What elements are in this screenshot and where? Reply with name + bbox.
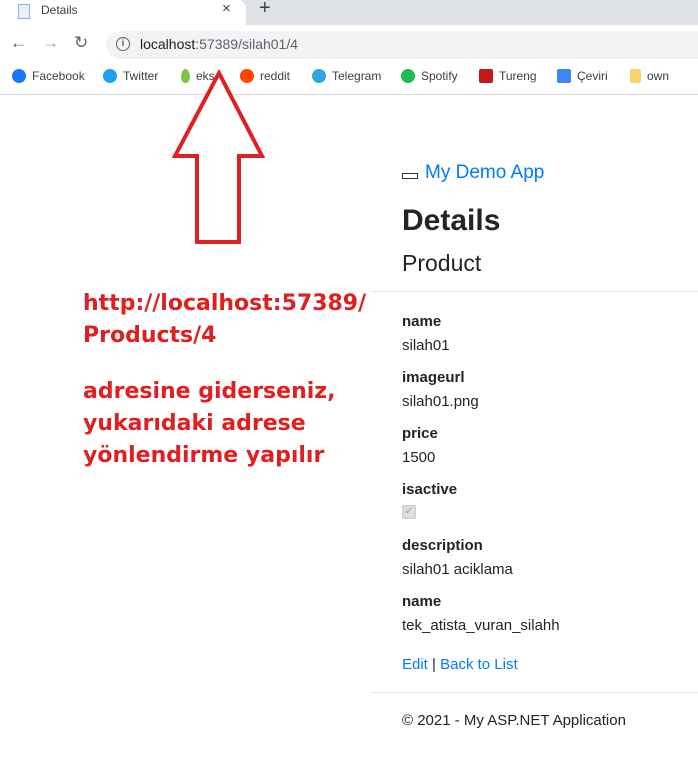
edit-link[interactable]: Edit <box>402 656 428 673</box>
url-path: :57389/silah01/4 <box>195 36 299 52</box>
isactive-checkbox: ✓ <box>402 505 416 519</box>
field-label-name: name <box>402 593 442 610</box>
spotify-icon <box>401 69 415 83</box>
bookmark-spotify[interactable]: Spotify <box>401 69 458 83</box>
annotation-line: yukarıdaki adrese <box>83 411 306 436</box>
reload-icon[interactable]: ↻ <box>74 33 88 53</box>
bookmark-own[interactable]: own <box>630 69 669 83</box>
twitter-icon <box>103 69 117 83</box>
bookmark-label: Spotify <box>421 69 458 83</box>
field-value-price: 1500 <box>402 449 436 466</box>
page-title: Details <box>402 204 501 237</box>
divider <box>372 291 698 292</box>
bookmark-label: Telegram <box>332 69 382 83</box>
annotation-line: yönlendirme yapılır <box>83 443 325 468</box>
menu-toggle-icon[interactable] <box>402 173 418 179</box>
url-host: localhost <box>140 36 196 52</box>
tab-strip: Details × + <box>0 0 698 25</box>
up-arrow-icon <box>172 70 266 244</box>
bookmark-label: Facebook <box>32 69 85 83</box>
field-value-description: silah01 aciklama <box>402 561 513 578</box>
back-arrow-icon[interactable]: ← <box>10 33 27 53</box>
field-value-name: silah01 <box>402 337 450 354</box>
field-label-isactive: isactive <box>402 481 458 498</box>
link-separator: | <box>432 656 436 673</box>
info-icon[interactable]: i <box>116 37 130 51</box>
field-label-name: name <box>402 313 442 330</box>
new-tab-button[interactable]: + <box>259 0 271 20</box>
close-icon[interactable]: × <box>222 0 231 17</box>
bookmark-facebook[interactable]: Facebook <box>12 69 85 83</box>
translate-icon <box>557 69 571 83</box>
navbar-brand[interactable]: My Demo App <box>402 162 544 184</box>
annotation-line: adresine giderseniz, <box>83 379 336 404</box>
field-value-imageurl: silah01.png <box>402 393 479 410</box>
tureng-icon <box>479 69 493 83</box>
url-text[interactable]: localhost:57389/silah01/4 <box>140 36 298 52</box>
bookmark-telegram[interactable]: Telegram <box>312 69 381 83</box>
field-label-price: price <box>402 425 438 442</box>
bookmark-twitter[interactable]: Twitter <box>103 69 158 83</box>
bookmark-label: own <box>647 69 670 83</box>
annotation-line: http://localhost:57389/ <box>83 291 367 316</box>
annotation-text: http://localhost:57389/ Products/4 adres… <box>83 288 373 472</box>
footer-text: © 2021 - My ASP.NET Application <box>402 712 626 729</box>
brand-label: My Demo App <box>425 162 545 183</box>
footer-divider <box>372 692 698 693</box>
field-label-description: description <box>402 537 483 554</box>
bookmark-label: Twitter <box>123 69 159 83</box>
telegram-icon <box>312 69 326 83</box>
bookmark-label: Çeviri <box>577 69 608 83</box>
folder-icon <box>630 69 641 83</box>
back-to-list-link[interactable]: Back to List <box>440 656 518 673</box>
page-subtitle: Product <box>402 250 482 276</box>
page-icon <box>18 4 30 19</box>
field-value-name: tek_atista_vuran_silahh <box>402 617 560 634</box>
bookmark-tureng[interactable]: Tureng <box>479 69 537 83</box>
bookmarks-bar: Facebook Twitter eks reddit Telegram Spo… <box>0 63 698 95</box>
action-links: Edit | Back to List <box>402 656 518 673</box>
facebook-icon <box>12 69 26 83</box>
tab-title: Details <box>41 3 78 17</box>
annotation-line: Products/4 <box>83 323 217 348</box>
tab-details[interactable]: Details × <box>0 0 246 25</box>
field-label-imageurl: imageurl <box>402 369 465 386</box>
forward-arrow-icon[interactable]: → <box>42 33 59 53</box>
bookmark-label: Tureng <box>499 69 537 83</box>
bookmark-ceviri[interactable]: Çeviri <box>557 69 608 83</box>
